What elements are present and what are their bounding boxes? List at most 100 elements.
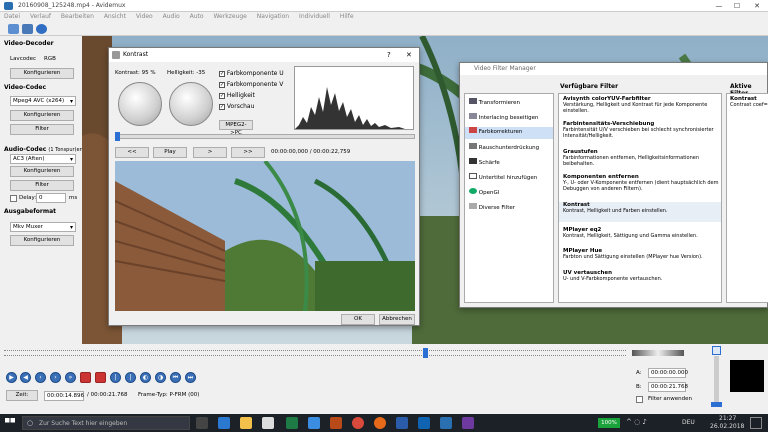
marker-b-field[interactable]: 00:00:21.768 bbox=[648, 382, 688, 392]
word-icon[interactable] bbox=[396, 417, 408, 429]
help-button[interactable]: ? bbox=[387, 51, 391, 59]
menu-werkzeuge[interactable]: Werkzeuge bbox=[209, 12, 250, 22]
current-time-field[interactable]: 00:00:14.896 bbox=[44, 391, 84, 401]
store-icon[interactable] bbox=[262, 417, 274, 429]
menu-audio[interactable]: Audio bbox=[159, 12, 184, 22]
close-button[interactable]: ✕ bbox=[750, 1, 764, 11]
menu-navigation[interactable]: Navigation bbox=[253, 12, 293, 22]
info-icon[interactable] bbox=[36, 24, 47, 34]
filter-item[interactable]: Avisynth colorYUV-Farbfilter Verstärkung,… bbox=[559, 96, 721, 118]
contrast-dial[interactable] bbox=[118, 82, 162, 126]
marker-b-icon[interactable] bbox=[95, 372, 106, 383]
menu-hilfe[interactable]: Hilfe bbox=[336, 12, 358, 22]
previous-keyframe-icon[interactable]: | bbox=[110, 372, 121, 383]
next-black-icon[interactable]: ◑ bbox=[155, 372, 166, 383]
vertical-volume-handle[interactable] bbox=[711, 402, 722, 407]
audio-configure-button[interactable]: Konfigurieren bbox=[10, 166, 74, 177]
checkbox-preview[interactable]: ✓ bbox=[219, 104, 225, 110]
menu-ansicht[interactable]: Ansicht bbox=[100, 12, 130, 22]
check-row-v[interactable]: ✓ Farbkomponente V bbox=[219, 81, 284, 92]
timeline-handle[interactable] bbox=[423, 348, 428, 358]
play-icon[interactable]: ▶ bbox=[6, 372, 17, 383]
category-denoise[interactable]: Rauschunterdrückung bbox=[469, 143, 539, 155]
seek-handle[interactable] bbox=[115, 132, 120, 141]
checkbox-brightness[interactable]: ✓ bbox=[219, 93, 225, 99]
next-keyframe-icon[interactable]: | bbox=[125, 372, 136, 383]
forward-icon[interactable]: » bbox=[65, 372, 76, 383]
filter-item[interactable]: Komponenten entfernen Y-, U- oder V-Kompo… bbox=[559, 174, 721, 198]
active-filter-item[interactable]: Kontrast Contrast coef= bbox=[727, 94, 768, 110]
rewind-button[interactable]: << bbox=[115, 147, 149, 158]
maximize-button[interactable]: ☐ bbox=[730, 1, 744, 11]
category-opengl[interactable]: OpenGl bbox=[469, 188, 499, 200]
play-button[interactable]: Play bbox=[153, 147, 187, 158]
check-row-brightness[interactable]: ✓ Helligkeit bbox=[219, 92, 284, 103]
category-misc[interactable]: Diverse Filter bbox=[469, 203, 515, 215]
delay-checkbox[interactable] bbox=[10, 195, 17, 202]
app-icon[interactable] bbox=[308, 417, 320, 429]
cancel-button[interactable]: Abbrechen bbox=[379, 314, 415, 325]
filter-item[interactable]: MPlayer Hue Farbton und Sättigung einstel… bbox=[559, 248, 721, 268]
edge-browser-icon[interactable] bbox=[218, 417, 230, 429]
vertical-volume-track[interactable] bbox=[714, 356, 719, 402]
menu-auto[interactable]: Auto bbox=[186, 12, 208, 22]
delay-input[interactable]: 0 bbox=[36, 193, 66, 203]
volume-slider[interactable] bbox=[632, 350, 684, 356]
output-configure-button[interactable]: Konfigurieren bbox=[10, 235, 74, 246]
volume-icon[interactable] bbox=[712, 346, 721, 355]
video-filter-button[interactable]: Filter bbox=[10, 124, 74, 135]
tray-icons[interactable]: ^ ◌ ♪ bbox=[626, 418, 647, 426]
next-frame-button[interactable]: > bbox=[193, 147, 227, 158]
windows-start-icon[interactable] bbox=[5, 418, 15, 423]
filter-item[interactable]: Graustufen Farbinformationen entfernen, H… bbox=[559, 149, 721, 171]
filter-item[interactable]: Farbintensitäts-Verschiebung Farbintensit… bbox=[559, 121, 721, 143]
category-subtitles[interactable]: Untertitel hinzufügen bbox=[469, 173, 537, 185]
minimize-button[interactable]: — bbox=[712, 1, 726, 11]
check-row-preview[interactable]: ✓ Vorschau bbox=[219, 103, 284, 114]
next-frame-icon[interactable]: › bbox=[50, 372, 61, 383]
menu-video[interactable]: Video bbox=[132, 12, 157, 22]
chrome-icon[interactable] bbox=[352, 417, 364, 429]
decoder-configure-button[interactable]: Konfigurieren bbox=[10, 68, 74, 79]
firefox-icon[interactable] bbox=[374, 417, 386, 429]
category-sharpen[interactable]: Schärfe bbox=[469, 158, 500, 170]
video-codec-select[interactable]: Mpeg4 AVC (x264) bbox=[10, 96, 76, 106]
video-configure-button[interactable]: Konfigurieren bbox=[10, 110, 74, 121]
dialog-close-button[interactable]: ✕ bbox=[406, 51, 412, 59]
timeline-slider[interactable] bbox=[4, 350, 626, 356]
open-file-icon[interactable] bbox=[8, 24, 19, 34]
filter-item[interactable]: UV vertauschen U- und V-Farbkomponente ve… bbox=[559, 270, 721, 290]
goto-start-icon[interactable]: ⏮ bbox=[170, 372, 181, 383]
previous-frame-icon[interactable]: ‹ bbox=[35, 372, 46, 383]
app-icon[interactable] bbox=[330, 417, 342, 429]
apply-filter-checkbox[interactable] bbox=[636, 396, 643, 403]
notifications-icon[interactable] bbox=[750, 417, 762, 429]
filter-item-selected[interactable]: Kontrast Kontrast, Helligkeit und Farben … bbox=[559, 202, 721, 222]
battery-indicator[interactable]: 100% bbox=[598, 418, 620, 428]
category-deinterlace[interactable]: Interlacing beseitigen bbox=[469, 113, 539, 125]
seek-slider[interactable] bbox=[115, 134, 415, 139]
time-button[interactable]: Zeit: bbox=[6, 390, 38, 401]
audio-codec-select[interactable]: AC3 (Aften) bbox=[10, 154, 76, 164]
checkbox-v[interactable]: ✓ bbox=[219, 82, 225, 88]
marker-a-icon[interactable] bbox=[80, 372, 91, 383]
menu-verlauf[interactable]: Verlauf bbox=[26, 12, 55, 22]
checkbox-u[interactable]: ✓ bbox=[219, 71, 225, 77]
app-icon[interactable] bbox=[462, 417, 474, 429]
search-box[interactable]: ○ Zur Suche Text hier eingeben bbox=[22, 416, 190, 430]
avidemux-task-icon[interactable] bbox=[440, 417, 452, 429]
output-format-select[interactable]: Mkv Muxer bbox=[10, 222, 76, 232]
rewind-icon[interactable]: ◀ bbox=[20, 372, 31, 383]
file-explorer-icon[interactable] bbox=[240, 417, 252, 429]
filter-item[interactable]: MPlayer eq2 Kontrast, Helligkeit, Sättigu… bbox=[559, 227, 721, 247]
menu-individuell[interactable]: Individuell bbox=[295, 12, 334, 22]
mode-button[interactable]: MPEG2->PC bbox=[219, 120, 253, 136]
outlook-icon[interactable] bbox=[418, 417, 430, 429]
ok-button[interactable]: OK bbox=[341, 314, 375, 325]
forward-button[interactable]: >> bbox=[231, 147, 265, 158]
menu-bearbeiten[interactable]: Bearbeiten bbox=[57, 12, 98, 22]
category-transform[interactable]: Transformieren bbox=[469, 98, 520, 110]
category-color[interactable]: Farbkorrekturen bbox=[465, 127, 553, 139]
check-row-u[interactable]: ✓ Farbkomponente U bbox=[219, 70, 284, 81]
excel-icon[interactable] bbox=[286, 417, 298, 429]
